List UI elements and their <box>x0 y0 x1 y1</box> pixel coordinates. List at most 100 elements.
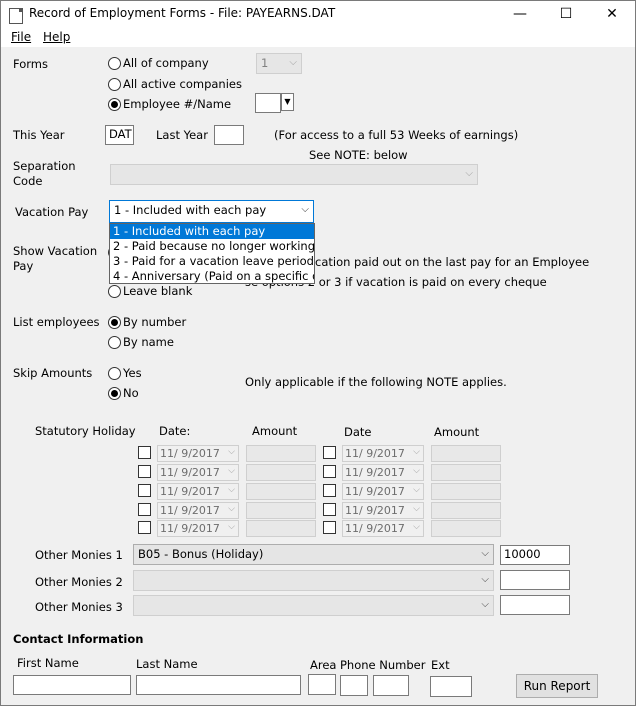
close-button[interactable]: ✕ <box>589 1 635 28</box>
chevron-down-icon: ⌵ <box>301 204 309 215</box>
stat-holiday-checkbox[interactable] <box>323 521 336 534</box>
vacation-option-3[interactable]: 3 - Paid for a vacation leave period <box>110 254 314 269</box>
chevron-down-icon: ⌵ <box>413 485 420 495</box>
stat-holiday-amount[interactable] <box>246 520 316 537</box>
chevron-down-icon: ⌵ <box>413 522 420 532</box>
stat-holiday-date-value: 11/ 9/2017 <box>345 466 405 479</box>
company-number-combo[interactable]: 1 ⌵ <box>256 53 302 74</box>
phone-prefix-input[interactable] <box>340 675 368 696</box>
stat-holiday-date-picker[interactable]: 11/ 9/2017 ⌵ <box>157 464 239 481</box>
show-vacation-label-line2: Pay <box>13 259 34 273</box>
phone-line-input[interactable] <box>373 675 409 696</box>
ext-input[interactable] <box>430 676 472 697</box>
stat-holiday-amount[interactable] <box>431 520 501 537</box>
other-monies-3-amount[interactable] <box>500 595 570 615</box>
area-code-input[interactable] <box>308 674 336 695</box>
separation-label-line2: Code <box>13 174 43 188</box>
stat-holiday-checkbox[interactable] <box>323 446 336 459</box>
chevron-down-icon: ⌵ <box>413 504 420 514</box>
stat-date-header-1: Date: <box>159 424 191 438</box>
chevron-down-icon: ⌵ <box>481 574 489 585</box>
this-year-label: This Year <box>13 128 65 142</box>
stat-holiday-amount[interactable] <box>246 502 316 519</box>
stat-holiday-amount[interactable] <box>431 464 501 481</box>
stat-holiday-checkbox[interactable] <box>138 465 151 478</box>
window-title: Record of Employment Forms - File: PAYEA… <box>29 6 336 20</box>
radio-all-of-company[interactable] <box>108 57 121 70</box>
stat-holiday-amount[interactable] <box>431 445 501 462</box>
employee-dropdown-arrow-icon[interactable]: ▼ <box>281 93 294 111</box>
stat-holiday-amount[interactable] <box>431 502 501 519</box>
run-report-button[interactable]: Run Report <box>516 674 598 698</box>
app-document-icon <box>9 8 23 24</box>
stat-holiday-amount[interactable] <box>246 445 316 462</box>
stat-holiday-checkbox[interactable] <box>323 465 336 478</box>
stat-holiday-checkbox[interactable] <box>138 446 151 459</box>
stat-holiday-checkbox[interactable] <box>323 484 336 497</box>
by-name-label: By name <box>123 335 174 349</box>
radio-skip-no[interactable] <box>108 387 121 400</box>
first-name-input[interactable] <box>13 675 131 695</box>
company-number-value: 1 <box>261 56 269 70</box>
menu-bar: File Help <box>1 28 635 47</box>
other-monies-3-combo[interactable]: ⌵ <box>133 595 494 616</box>
forms-label: Forms <box>13 57 48 71</box>
stat-holiday-amount[interactable] <box>431 483 501 500</box>
radio-leave-blank[interactable] <box>108 285 121 298</box>
last-year-input[interactable] <box>214 125 244 145</box>
chevron-down-icon: ⌵ <box>481 548 489 559</box>
other-monies-1-amount[interactable]: 10000 <box>500 545 570 565</box>
list-employees-label: List employees <box>13 315 100 329</box>
stat-holiday-checkbox[interactable] <box>323 503 336 516</box>
chevron-down-icon: ⌵ <box>413 447 420 457</box>
radio-by-number[interactable] <box>108 316 121 329</box>
last-name-input[interactable] <box>136 675 301 695</box>
stat-holiday-date-picker[interactable]: 11/ 9/2017 ⌵ <box>157 483 239 500</box>
menu-help[interactable]: Help <box>43 30 70 44</box>
separation-code-combo[interactable]: ⌵ <box>110 164 478 185</box>
stat-holiday-checkbox[interactable] <box>138 484 151 497</box>
radio-employee-name[interactable] <box>108 98 121 111</box>
stat-date-header-2: Date <box>344 425 372 439</box>
other-monies-1-label: Other Monies 1 <box>35 548 123 562</box>
other-monies-2-combo[interactable]: ⌵ <box>133 570 494 591</box>
stat-holiday-date-picker[interactable]: 11/ 9/2017 ⌵ <box>157 445 239 462</box>
other-monies-1-combo[interactable]: B05 - Bonus (Holiday) ⌵ <box>133 544 494 565</box>
this-year-input[interactable]: DAT <box>105 125 134 145</box>
all-active-companies-label: All active companies <box>123 77 242 91</box>
skip-yes-label: Yes <box>123 366 142 380</box>
stat-amount-header-2: Amount <box>434 425 480 439</box>
vacation-pay-combo[interactable]: 1 - Included with each pay ⌵ <box>109 200 314 223</box>
stat-holiday-date-picker[interactable]: 11/ 9/2017 ⌵ <box>342 464 424 481</box>
stat-holiday-date-value: 11/ 9/2017 <box>160 504 220 517</box>
stat-amount-header-1: Amount <box>252 424 298 438</box>
chevron-down-icon: ⌵ <box>228 485 235 495</box>
radio-by-name[interactable] <box>108 336 121 349</box>
vacation-option-2[interactable]: 2 - Paid because no longer working <box>110 239 314 254</box>
maximize-button[interactable]: ☐ <box>543 1 589 28</box>
vacation-option-4[interactable]: 4 - Anniversary (Paid on a specific date… <box>110 269 314 284</box>
show-vacation-text-1: cation paid out on the last pay for an E… <box>315 255 590 269</box>
stat-holiday-amount[interactable] <box>246 464 316 481</box>
employee-combo[interactable] <box>255 93 281 113</box>
stat-holiday-date-value: 11/ 9/2017 <box>345 447 405 460</box>
menu-file[interactable]: File <box>11 30 31 44</box>
stat-holiday-date-picker[interactable]: 11/ 9/2017 ⌵ <box>342 520 424 537</box>
leave-blank-label: Leave blank <box>123 284 193 298</box>
by-number-label: By number <box>123 315 187 329</box>
stat-holiday-date-picker[interactable]: 11/ 9/2017 ⌵ <box>342 483 424 500</box>
stat-holiday-checkbox[interactable] <box>138 503 151 516</box>
minimize-button[interactable]: — <box>497 1 543 28</box>
stat-holiday-date-picker[interactable]: 11/ 9/2017 ⌵ <box>342 445 424 462</box>
stat-holiday-checkbox[interactable] <box>138 521 151 534</box>
radio-skip-yes[interactable] <box>108 367 121 380</box>
stat-holiday-date-picker[interactable]: 11/ 9/2017 ⌵ <box>157 520 239 537</box>
area-label: Area <box>310 658 337 672</box>
stat-holiday-amount[interactable] <box>246 483 316 500</box>
vacation-option-1[interactable]: 1 - Included with each pay <box>110 224 314 239</box>
stat-holiday-date-picker[interactable]: 11/ 9/2017 ⌵ <box>157 502 239 519</box>
other-monies-2-amount[interactable] <box>500 570 570 590</box>
menu-help-label: Help <box>43 30 71 44</box>
radio-all-active-companies[interactable] <box>108 78 121 91</box>
stat-holiday-date-picker[interactable]: 11/ 9/2017 ⌵ <box>342 502 424 519</box>
